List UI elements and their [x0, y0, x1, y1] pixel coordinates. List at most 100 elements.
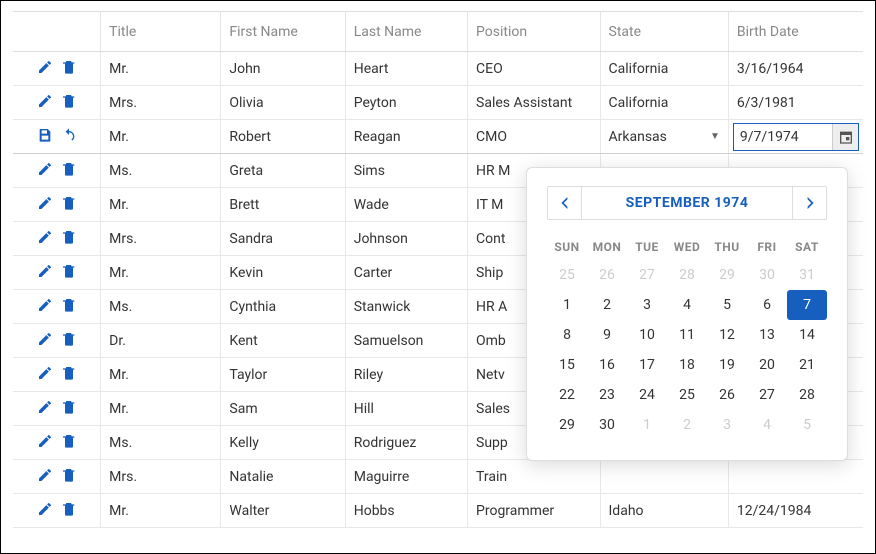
delete-button[interactable] — [61, 297, 77, 317]
cell-last: Sims — [345, 154, 467, 188]
calendar-day[interactable]: 5 — [707, 290, 747, 320]
pencil-icon — [37, 501, 53, 517]
calendar-day[interactable]: 1 — [627, 410, 667, 440]
calendar-weekday: FRI — [747, 234, 787, 260]
cell-title: Mr. — [101, 52, 221, 86]
calendar-day[interactable]: 2 — [667, 410, 707, 440]
calendar-next-button[interactable] — [792, 187, 826, 219]
calendar-day[interactable]: 10 — [627, 320, 667, 350]
calendar-day[interactable]: 4 — [667, 290, 707, 320]
delete-button[interactable] — [61, 229, 77, 249]
edit-button[interactable] — [37, 399, 53, 419]
cell-birth[interactable]: 9/7/1974 — [728, 120, 863, 154]
edit-button[interactable] — [37, 263, 53, 283]
edit-button[interactable] — [37, 331, 53, 351]
delete-button[interactable] — [61, 161, 77, 181]
calendar-day[interactable]: 26 — [587, 260, 627, 290]
pencil-icon — [37, 365, 53, 381]
cell-last: Stanwick — [345, 290, 467, 324]
calendar-day[interactable]: 24 — [627, 380, 667, 410]
cell-position[interactable]: CMO — [468, 120, 600, 154]
calendar-day[interactable]: 4 — [747, 410, 787, 440]
cell-birth — [728, 460, 863, 494]
edit-button[interactable] — [37, 229, 53, 249]
col-header-title[interactable]: Title — [101, 12, 221, 52]
calendar-day[interactable]: 30 — [747, 260, 787, 290]
edit-button[interactable] — [37, 297, 53, 317]
calendar-day[interactable]: 28 — [667, 260, 707, 290]
delete-button[interactable] — [61, 501, 77, 521]
calendar-day[interactable]: 8 — [547, 320, 587, 350]
calendar-day[interactable]: 14 — [787, 320, 827, 350]
delete-button[interactable] — [61, 399, 77, 419]
calendar-day[interactable]: 25 — [667, 380, 707, 410]
calendar-prev-button[interactable] — [548, 187, 582, 219]
save-button[interactable] — [37, 127, 53, 147]
calendar-day[interactable]: 18 — [667, 350, 707, 380]
calendar-day[interactable]: 25 — [547, 260, 587, 290]
calendar-day[interactable]: 17 — [627, 350, 667, 380]
calendar-day[interactable]: 29 — [707, 260, 747, 290]
calendar-day[interactable]: 21 — [787, 350, 827, 380]
calendar-day[interactable]: 9 — [587, 320, 627, 350]
col-header-birth[interactable]: Birth Date — [728, 12, 863, 52]
col-header-last[interactable]: Last Name — [345, 12, 467, 52]
calendar-day[interactable]: 12 — [707, 320, 747, 350]
cell-title[interactable]: Mr. — [101, 120, 221, 154]
delete-button[interactable] — [61, 195, 77, 215]
calendar-day[interactable]: 30 — [587, 410, 627, 440]
calendar-day[interactable]: 19 — [707, 350, 747, 380]
edit-button[interactable] — [37, 365, 53, 385]
calendar-day[interactable]: 13 — [747, 320, 787, 350]
calendar-day[interactable]: 2 — [587, 290, 627, 320]
cell-title: Mr. — [101, 392, 221, 426]
delete-button[interactable] — [61, 365, 77, 385]
calendar-day[interactable]: 28 — [787, 380, 827, 410]
calendar-day[interactable]: 5 — [787, 410, 827, 440]
birth-date-input[interactable]: 9/7/1974 — [733, 123, 859, 151]
edit-button[interactable] — [37, 59, 53, 79]
delete-button[interactable] — [61, 433, 77, 453]
delete-button[interactable] — [61, 263, 77, 283]
cell-last: Hill — [345, 392, 467, 426]
edit-button[interactable] — [37, 195, 53, 215]
edit-button[interactable] — [37, 467, 53, 487]
calendar-day[interactable]: 16 — [587, 350, 627, 380]
cell-last[interactable]: Reagan — [345, 120, 467, 154]
delete-button[interactable] — [61, 467, 77, 487]
edit-button[interactable] — [37, 433, 53, 453]
calendar-day[interactable]: 11 — [667, 320, 707, 350]
calendar-day[interactable]: 23 — [587, 380, 627, 410]
calendar-day[interactable]: 6 — [747, 290, 787, 320]
state-select-value[interactable]: Arkansas — [609, 129, 667, 145]
calendar-day[interactable]: 27 — [627, 260, 667, 290]
col-header-first[interactable]: First Name — [221, 12, 345, 52]
calendar-day[interactable]: 22 — [547, 380, 587, 410]
delete-button[interactable] — [61, 59, 77, 79]
calendar-day[interactable]: 1 — [547, 290, 587, 320]
cell-title: Mr. — [101, 358, 221, 392]
col-header-state[interactable]: State — [600, 12, 728, 52]
edit-button[interactable] — [37, 93, 53, 113]
delete-button[interactable] — [61, 331, 77, 351]
calendar-day[interactable]: 31 — [787, 260, 827, 290]
revert-button[interactable] — [61, 127, 77, 147]
edit-button[interactable] — [37, 161, 53, 181]
edit-button[interactable] — [37, 501, 53, 521]
chevron-down-icon[interactable]: ▼ — [710, 131, 720, 142]
open-datepicker-button[interactable] — [832, 124, 858, 150]
calendar-day[interactable]: 3 — [707, 410, 747, 440]
calendar-day[interactable]: 29 — [547, 410, 587, 440]
cell-state[interactable]: Arkansas ▼ — [600, 120, 728, 154]
col-header-position[interactable]: Position — [468, 12, 600, 52]
calendar-day[interactable]: 26 — [707, 380, 747, 410]
calendar-day[interactable]: 3 — [627, 290, 667, 320]
delete-button[interactable] — [61, 93, 77, 113]
calendar-day[interactable]: 27 — [747, 380, 787, 410]
calendar-day[interactable]: 20 — [747, 350, 787, 380]
calendar-day[interactable]: 15 — [547, 350, 587, 380]
calendar-day[interactable]: 7 — [787, 290, 827, 320]
calendar-title[interactable]: SEPTEMBER 1974 — [626, 195, 749, 211]
calendar-weekday: MON — [587, 234, 627, 260]
cell-first[interactable]: Robert — [221, 120, 345, 154]
